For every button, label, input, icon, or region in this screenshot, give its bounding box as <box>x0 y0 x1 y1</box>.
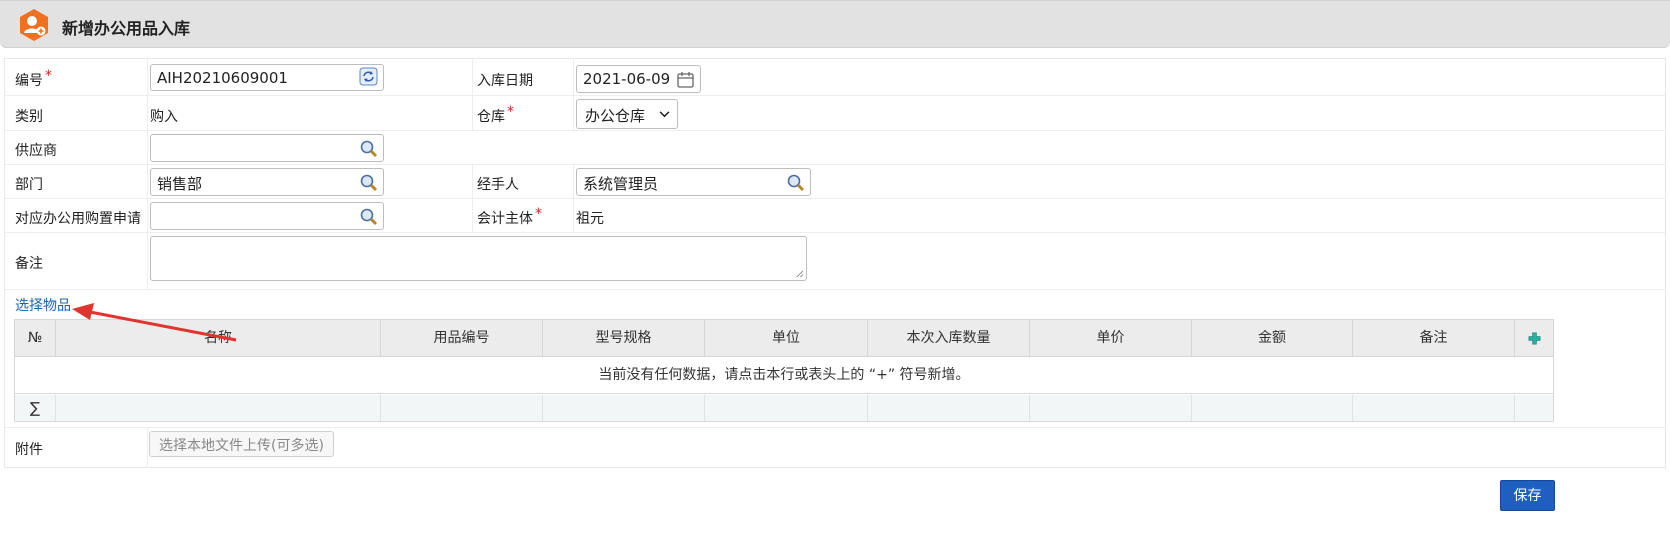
column-header-unit[interactable]: 单位 <box>704 320 867 357</box>
column-header-price[interactable]: 单价 <box>1029 320 1191 357</box>
empty-message-row[interactable]: 当前没有任何数据，请点击本行或表头上的 “+” 符号新增。 <box>15 357 1553 394</box>
required-mark: * <box>45 68 52 84</box>
column-header-model[interactable]: 型号规格 <box>542 320 704 357</box>
column-header-quantity[interactable]: 本次入库数量 <box>867 320 1029 357</box>
supplier-field[interactable] <box>150 134 384 162</box>
add-row-button[interactable] <box>1514 320 1553 357</box>
sum-symbol: ∑ <box>29 399 41 417</box>
sum-cell <box>1029 395 1191 421</box>
plus-icon[interactable] <box>1528 332 1541 345</box>
sum-cell <box>1514 395 1553 421</box>
sum-cell <box>704 395 867 421</box>
user-add-icon <box>20 9 48 41</box>
column-header-remark[interactable]: 备注 <box>1352 320 1514 357</box>
column-header-item-code[interactable]: 用品编号 <box>380 320 542 357</box>
sum-cell <box>55 395 380 421</box>
sum-cell <box>380 395 542 421</box>
search-icon[interactable] <box>786 173 805 192</box>
handler-field[interactable]: 系统管理员 <box>576 168 811 196</box>
search-icon[interactable] <box>359 139 378 158</box>
category-label: 类别 <box>15 109 43 125</box>
search-icon[interactable] <box>359 207 378 226</box>
purchase-request-label: 对应办公用购置申请 <box>15 211 141 227</box>
summary-row: ∑ <box>15 395 1553 421</box>
date-label: 入库日期 <box>477 73 533 89</box>
department-label: 部门 <box>15 177 43 193</box>
sum-cell <box>1352 395 1514 421</box>
save-button[interactable]: 保存 <box>1500 480 1555 511</box>
row-supplier: 供应商 <box>5 131 1665 165</box>
row-category-warehouse: 类别 购入 仓库 * 办公仓库 <box>5 96 1665 131</box>
resize-handle-icon[interactable] <box>795 269 804 278</box>
row-code-date: 编号 * AIH20210609001 入库日期 2021-06-09 <box>5 59 1665 96</box>
grid-header: № 名称 用品编号 型号规格 单位 本次入库数量 单价 金额 备注 <box>15 320 1553 357</box>
attachment-label: 附件 <box>15 442 43 458</box>
refresh-icon[interactable] <box>359 67 378 86</box>
column-header-name[interactable]: 名称 <box>55 320 380 357</box>
accounting-entity-label: 会计主体 * <box>477 206 542 227</box>
remark-label: 备注 <box>15 256 43 272</box>
required-mark: * <box>535 206 542 222</box>
row-department-handler: 部门 销售部 经手人 系统管理员 <box>5 165 1665 199</box>
sum-cell <box>542 395 704 421</box>
items-grid: № 名称 用品编号 型号规格 单位 本次入库数量 单价 金额 备注 当前没有任何… <box>14 319 1554 422</box>
page-title: 新增办公用品入库 <box>62 19 191 38</box>
supplier-label: 供应商 <box>15 143 57 159</box>
upload-files-button[interactable]: 选择本地文件上传(可多选) <box>149 431 334 457</box>
remark-textarea[interactable] <box>150 236 807 281</box>
warehouse-select[interactable]: 办公仓库 <box>576 99 678 129</box>
code-label: 编号 * <box>15 68 52 89</box>
column-header-amount[interactable]: 金额 <box>1191 320 1352 357</box>
row-remark: 备注 <box>5 233 1665 290</box>
department-field[interactable]: 销售部 <box>150 168 384 196</box>
category-value: 购入 <box>150 109 178 125</box>
required-mark: * <box>507 104 514 120</box>
accounting-entity-value: 祖元 <box>576 211 604 227</box>
date-field[interactable]: 2021-06-09 <box>576 65 701 93</box>
handler-label: 经手人 <box>477 177 519 193</box>
calendar-icon[interactable] <box>676 70 695 89</box>
title-bar: 新增办公用品入库 <box>0 0 1670 48</box>
select-items-link[interactable]: 选择物品 <box>15 295 71 315</box>
warehouse-label: 仓库 * <box>477 104 514 125</box>
sum-cell <box>1191 395 1352 421</box>
search-icon[interactable] <box>359 173 378 192</box>
purchase-request-field[interactable] <box>150 202 384 230</box>
column-header-no: № <box>27 330 43 346</box>
row-request-entity: 对应办公用购置申请 会计主体 * 祖元 <box>5 199 1665 233</box>
sum-cell <box>867 395 1029 421</box>
chevron-down-icon <box>659 111 670 118</box>
code-field[interactable]: AIH20210609001 <box>150 64 384 91</box>
